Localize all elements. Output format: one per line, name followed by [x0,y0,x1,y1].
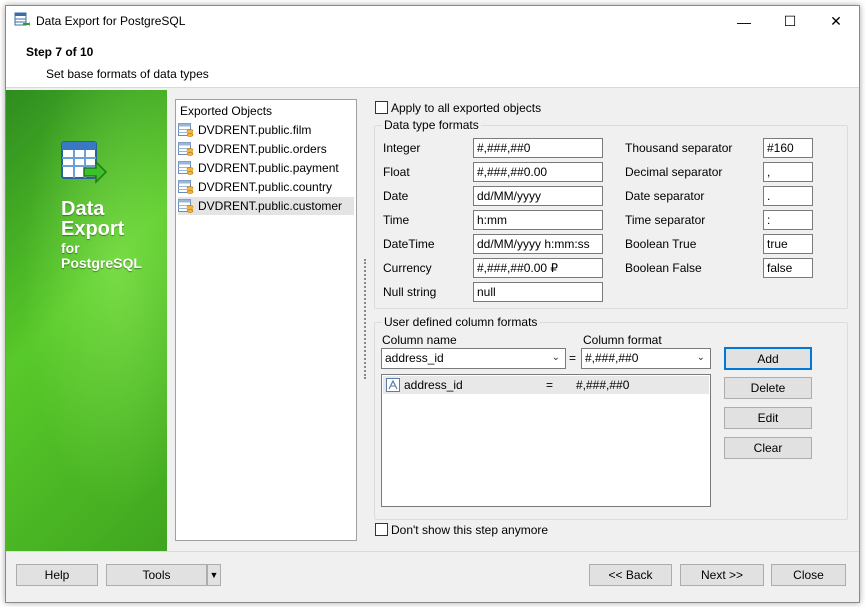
maximize-icon: ☐ [783,13,797,29]
clear-button[interactable]: Clear [724,437,812,459]
separator-field[interactable]: false [763,258,813,278]
table-icon [178,180,194,194]
table-export-icon [61,141,108,184]
product-banner: Data Export for PostgreSQL [6,90,167,551]
dont-show-checkbox[interactable] [375,523,388,536]
format-label: Currency [383,261,432,275]
separator-field[interactable]: , [763,162,813,182]
tree-header: Exported Objects [180,104,273,118]
equals-sign: = [569,351,577,365]
chevron-down-icon: ⌄ [696,352,705,363]
chevron-down-icon: ⌄ [551,352,560,363]
tree-item-label: DVDRENT.public.country [198,180,333,194]
format-label: Float [383,165,410,179]
format-field[interactable]: dd/MM/yyyy h:mm:ss [473,234,603,254]
close-window-button[interactable]: ✕ [813,6,859,37]
format-field[interactable]: #,###,##0.00 [473,162,603,182]
app-window: Data Export for PostgreSQL — ☐ ✕ Step 7 … [5,5,860,603]
format-field[interactable]: #,###,##0.00 ₽ [473,258,603,278]
minimize-icon: — [737,13,751,30]
minimize-button[interactable]: — [721,6,767,37]
app-icon [14,12,30,27]
column-name-select[interactable]: address_id ⌄ [381,348,566,369]
format-field[interactable]: null [473,282,603,302]
format-label: DateTime [383,237,435,251]
button-bar: Help Tools ▼ << Back Next >> Close [6,551,859,602]
step-indicator: Step 7 of 10 [26,45,94,59]
tree-item[interactable]: DVDRENT.public.country [178,178,354,196]
apply-all-checkbox[interactable] [375,101,388,114]
help-button[interactable]: Help [16,564,98,586]
tree-item[interactable]: DVDRENT.public.payment [178,159,354,177]
banner-line2: Export [61,218,125,240]
list-item[interactable]: address_id = #,###,##0 [383,376,709,394]
apply-all-label[interactable]: Apply to all exported objects [391,101,541,115]
format-field[interactable]: dd/MM/yyyy [473,186,603,206]
column-format-label: Column format [583,333,662,347]
separator-field[interactable]: true [763,234,813,254]
column-name-label: Column name [382,333,457,347]
tree-item-label: DVDRENT.public.payment [198,161,339,175]
separator-field[interactable]: . [763,186,813,206]
separator-label: Time separator [625,213,706,227]
splitter-handle[interactable] [364,259,369,379]
data-type-formats-title: Data type formats [382,118,481,132]
row-column-format: #,###,##0 [576,378,630,392]
exported-objects-tree[interactable]: Exported Objects DVDRENT.public.film DVDR… [175,99,357,541]
tree-item-label: DVDRENT.public.customer [198,199,343,213]
separator-label: Boolean True [625,237,697,251]
title-bar: Data Export for PostgreSQL — ☐ ✕ [6,6,859,37]
separator-field[interactable]: : [763,210,813,230]
tree-item[interactable]: DVDRENT.public.customer [178,197,354,215]
back-button[interactable]: << Back [589,564,672,586]
add-button[interactable]: Add [724,347,812,370]
table-icon [178,142,194,156]
separator-label: Thousand separator [625,141,733,155]
close-button[interactable]: Close [771,564,846,586]
user-formats-title: User defined column formats [382,315,540,329]
format-label: Null string [383,285,437,299]
column-formats-list[interactable]: address_id = #,###,##0 [381,374,711,507]
edit-button[interactable]: Edit [724,407,812,429]
format-label: Integer [383,141,421,155]
tree-item-label: DVDRENT.public.film [198,123,312,137]
tree-item[interactable]: DVDRENT.public.film [178,121,354,139]
banner-line4: PostgreSQL [61,255,142,271]
triangle-down-icon: ▼ [209,570,219,580]
separator-label: Boolean False [625,261,702,275]
format-label: Date [383,189,409,203]
tree-item[interactable]: DVDRENT.public.orders [178,140,354,158]
delete-button[interactable]: Delete [724,377,812,399]
row-column-name: address_id [404,378,463,392]
tools-dropdown-button[interactable]: ▼ [207,564,221,586]
tools-button[interactable]: Tools [106,564,207,586]
wizard-header: Step 7 of 10 Set base formats of data ty… [6,37,859,88]
next-button[interactable]: Next >> [680,564,764,586]
window-title: Data Export for PostgreSQL [36,14,186,28]
close-icon: ✕ [830,13,842,29]
format-field[interactable]: #,###,##0 [473,138,603,158]
step-subtitle: Set base formats of data types [46,67,209,81]
tree-item-label: DVDRENT.public.orders [198,142,327,156]
table-icon [178,199,194,213]
row-equals: = [546,378,554,392]
separator-field[interactable]: #160 [763,138,813,158]
table-icon [178,161,194,175]
table-icon [178,123,194,137]
dont-show-label[interactable]: Don't show this step anymore [391,523,548,537]
column-icon [386,378,400,392]
format-label: Time [383,213,410,227]
separator-label: Decimal separator [625,165,723,179]
format-field[interactable]: h:mm [473,210,603,230]
separator-label: Date separator [625,189,705,203]
column-format-value: #,###,##0 [585,351,639,365]
column-name-value: address_id [385,351,444,365]
column-format-select[interactable]: #,###,##0 ⌄ [581,348,711,369]
banner-line3: for [61,240,80,256]
maximize-button[interactable]: ☐ [767,6,813,37]
